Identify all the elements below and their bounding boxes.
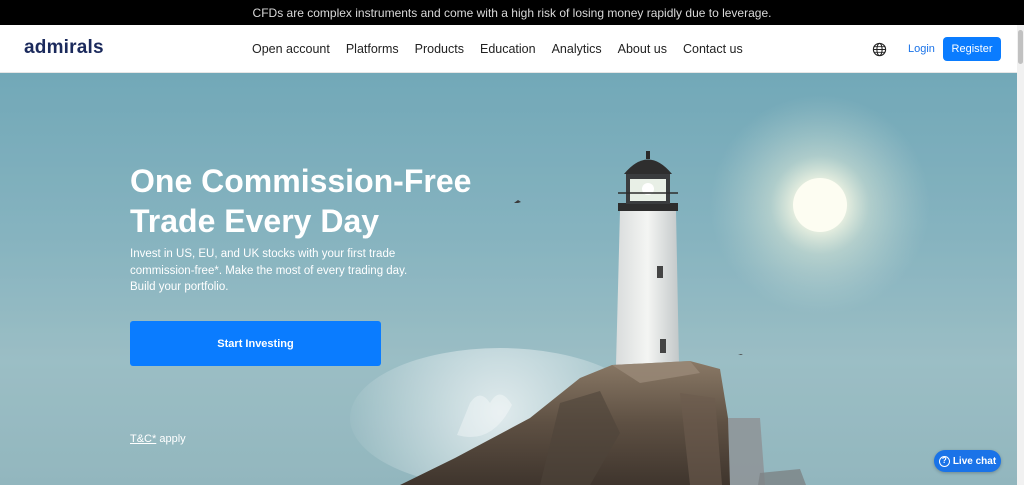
menu-education[interactable]: Education: [480, 42, 536, 56]
menu-products[interactable]: Products: [415, 42, 464, 56]
menu-platforms[interactable]: Platforms: [346, 42, 399, 56]
admirals-logo[interactable]: admirals: [24, 37, 104, 59]
hero-subtitle-line-2: commission-free*. Make the most of every…: [130, 264, 408, 277]
menu-about-us[interactable]: About us: [618, 42, 667, 56]
menu-open-account[interactable]: Open account: [252, 42, 330, 56]
question-icon: ?: [938, 455, 950, 467]
hero-title: One Commission-Free Trade Every Day: [130, 161, 510, 241]
terms-note: T&C* apply: [130, 433, 186, 445]
risk-warning-bar: CFDs are complex instruments and come wi…: [0, 0, 1024, 25]
hero-subtitle-line-3: Build your portfolio.: [130, 281, 229, 293]
risk-warning-text: CFDs are complex instruments and come wi…: [252, 5, 772, 20]
top-navigation: admirals Open account Platforms Products…: [0, 25, 1024, 73]
login-button[interactable]: Login: [900, 39, 943, 59]
terms-suffix: apply: [156, 433, 186, 445]
scrollbar-thumb[interactable]: [1018, 30, 1023, 64]
start-investing-button[interactable]: Start Investing: [130, 321, 381, 366]
live-chat-label: Live chat: [952, 455, 997, 467]
hero-subtitle: Invest in US, EU, and UK stocks with you…: [130, 246, 430, 296]
hero-title-line-2: Trade Every Day: [130, 203, 380, 239]
hero-title-line-1: One Commission-Free: [130, 163, 472, 199]
hero-section: One Commission-Free Trade Every Day Inve…: [0, 73, 1017, 485]
terms-link[interactable]: T&C*: [130, 433, 156, 445]
scrollbar-track[interactable]: [1017, 25, 1024, 485]
register-button[interactable]: Register: [943, 37, 1001, 61]
hero-subtitle-line-1: Invest in US, EU, and UK stocks with you…: [130, 248, 396, 260]
main-menu: Open account Platforms Products Educatio…: [252, 25, 759, 73]
menu-contact-us[interactable]: Contact us: [683, 42, 743, 56]
live-chat-button[interactable]: ? Live chat: [934, 450, 1001, 472]
menu-analytics[interactable]: Analytics: [552, 42, 602, 56]
globe-icon[interactable]: [872, 42, 887, 57]
